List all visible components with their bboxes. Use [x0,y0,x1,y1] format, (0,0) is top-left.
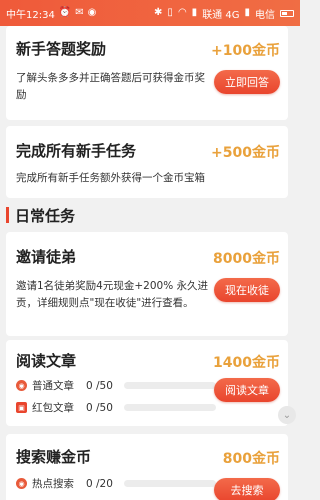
signal-icon: ▮ [191,7,198,18]
card-title: 新手答题奖励 [16,40,107,58]
carrier-label: 联通 4G [202,9,240,21]
reward-label: 8000金币 [213,251,280,267]
progress-track [124,480,216,487]
hot-search-icon: ◉ [16,478,27,489]
task-row-hot-search: ◉ 热点搜索 0 /20 [16,476,113,491]
task-row-normal-article: ◉ 普通文章 0 /50 [16,378,113,393]
read-articles-card: 阅读文章 1400金币 ◉ 普通文章 0 /50 ▣ 红包文章 0 /50 阅读… [6,340,288,426]
row-count: 0 /20 [86,477,113,490]
section-accent-bar [6,207,9,223]
card-title: 阅读文章 [16,352,77,370]
desc-line: 贡，详细规则点"现在收徒"进行查看。 [16,297,194,309]
newbie-tasks-card: 完成所有新手任务 +500金币 完成所有新手任务额外获得一个金币宝箱 [6,126,288,198]
daily-tasks-header: 日常任务 [0,200,300,230]
progress-track [124,382,216,389]
red-packet-icon: ▣ [16,402,27,413]
read-articles-button[interactable]: 阅读文章 [214,378,280,402]
card-description: 了解头条多多并正确答题后可获得金币奖 励 [16,70,216,104]
message-icon: ✉ [75,7,84,18]
battery-icon [280,9,294,17]
row-label: 普通文章 [32,380,74,392]
search-earn-card: 搜索赚金币 800金币 ◉ 热点搜索 0 /20 去搜索 [6,434,288,500]
bluetooth-icon: ✱ [154,7,163,18]
status-time: 中午12:34 [6,9,55,21]
quiz-task-card: 新手答题奖励 +100金币 了解头条多多并正确答题后可获得金币奖 励 立即回答 [6,26,288,120]
recruit-now-button[interactable]: 现在收徒 [214,278,280,302]
go-search-button[interactable]: 去搜索 [214,478,280,500]
alarm-icon: ⏰ [58,7,72,18]
card-description: 完成所有新手任务额外获得一个金币宝箱 [16,172,205,184]
row-label: 红包文章 [32,402,74,414]
card-title: 搜索赚金币 [16,448,92,466]
task-row-redpacket-article: ▣ 红包文章 0 /50 [16,400,113,415]
signal-icon: ▮ [244,7,250,18]
answer-now-button[interactable]: 立即回答 [214,70,280,94]
row-count: 0 /50 [86,401,113,414]
reward-label: 800金币 [222,451,280,467]
card-description: 邀请1名徒弟奖励4元现金+200% 永久进 贡，详细规则点"现在收徒"进行查看。 [16,278,218,312]
vibrate-icon: ▯ [167,7,173,18]
card-title: 完成所有新手任务 [16,142,137,160]
desc-line: 励 [16,89,27,101]
article-icon: ◉ [16,380,27,391]
reward-label: +100金币 [211,43,280,59]
reward-label: 1400金币 [213,355,280,371]
row-count: 0 /50 [86,379,113,392]
reward-label: +500金币 [211,145,280,161]
carrier-label-2: 电信 [255,9,275,21]
progress-track [124,404,216,411]
status-bar: 中午12:34 ⏰ ✉ ◉ ✱ ▯ ◠ ▮ 联通 4G ▮ 电信 [0,0,300,26]
card-title: 邀请徒弟 [16,248,77,266]
desc-line: 了解头条多多并正确答题后可获得金币奖 [16,72,205,84]
chat-icon: ◉ [87,7,97,18]
chevron-down-icon[interactable]: ⌄ [278,406,296,424]
row-label: 热点搜索 [32,478,74,490]
wifi-icon: ◠ [177,7,187,18]
invite-card: 邀请徒弟 8000金币 邀请1名徒弟奖励4元现金+200% 永久进 贡，详细规则… [6,232,288,336]
section-title: 日常任务 [15,206,76,225]
desc-line: 邀请1名徒弟奖励4元现金+200% 永久进 [16,280,209,292]
